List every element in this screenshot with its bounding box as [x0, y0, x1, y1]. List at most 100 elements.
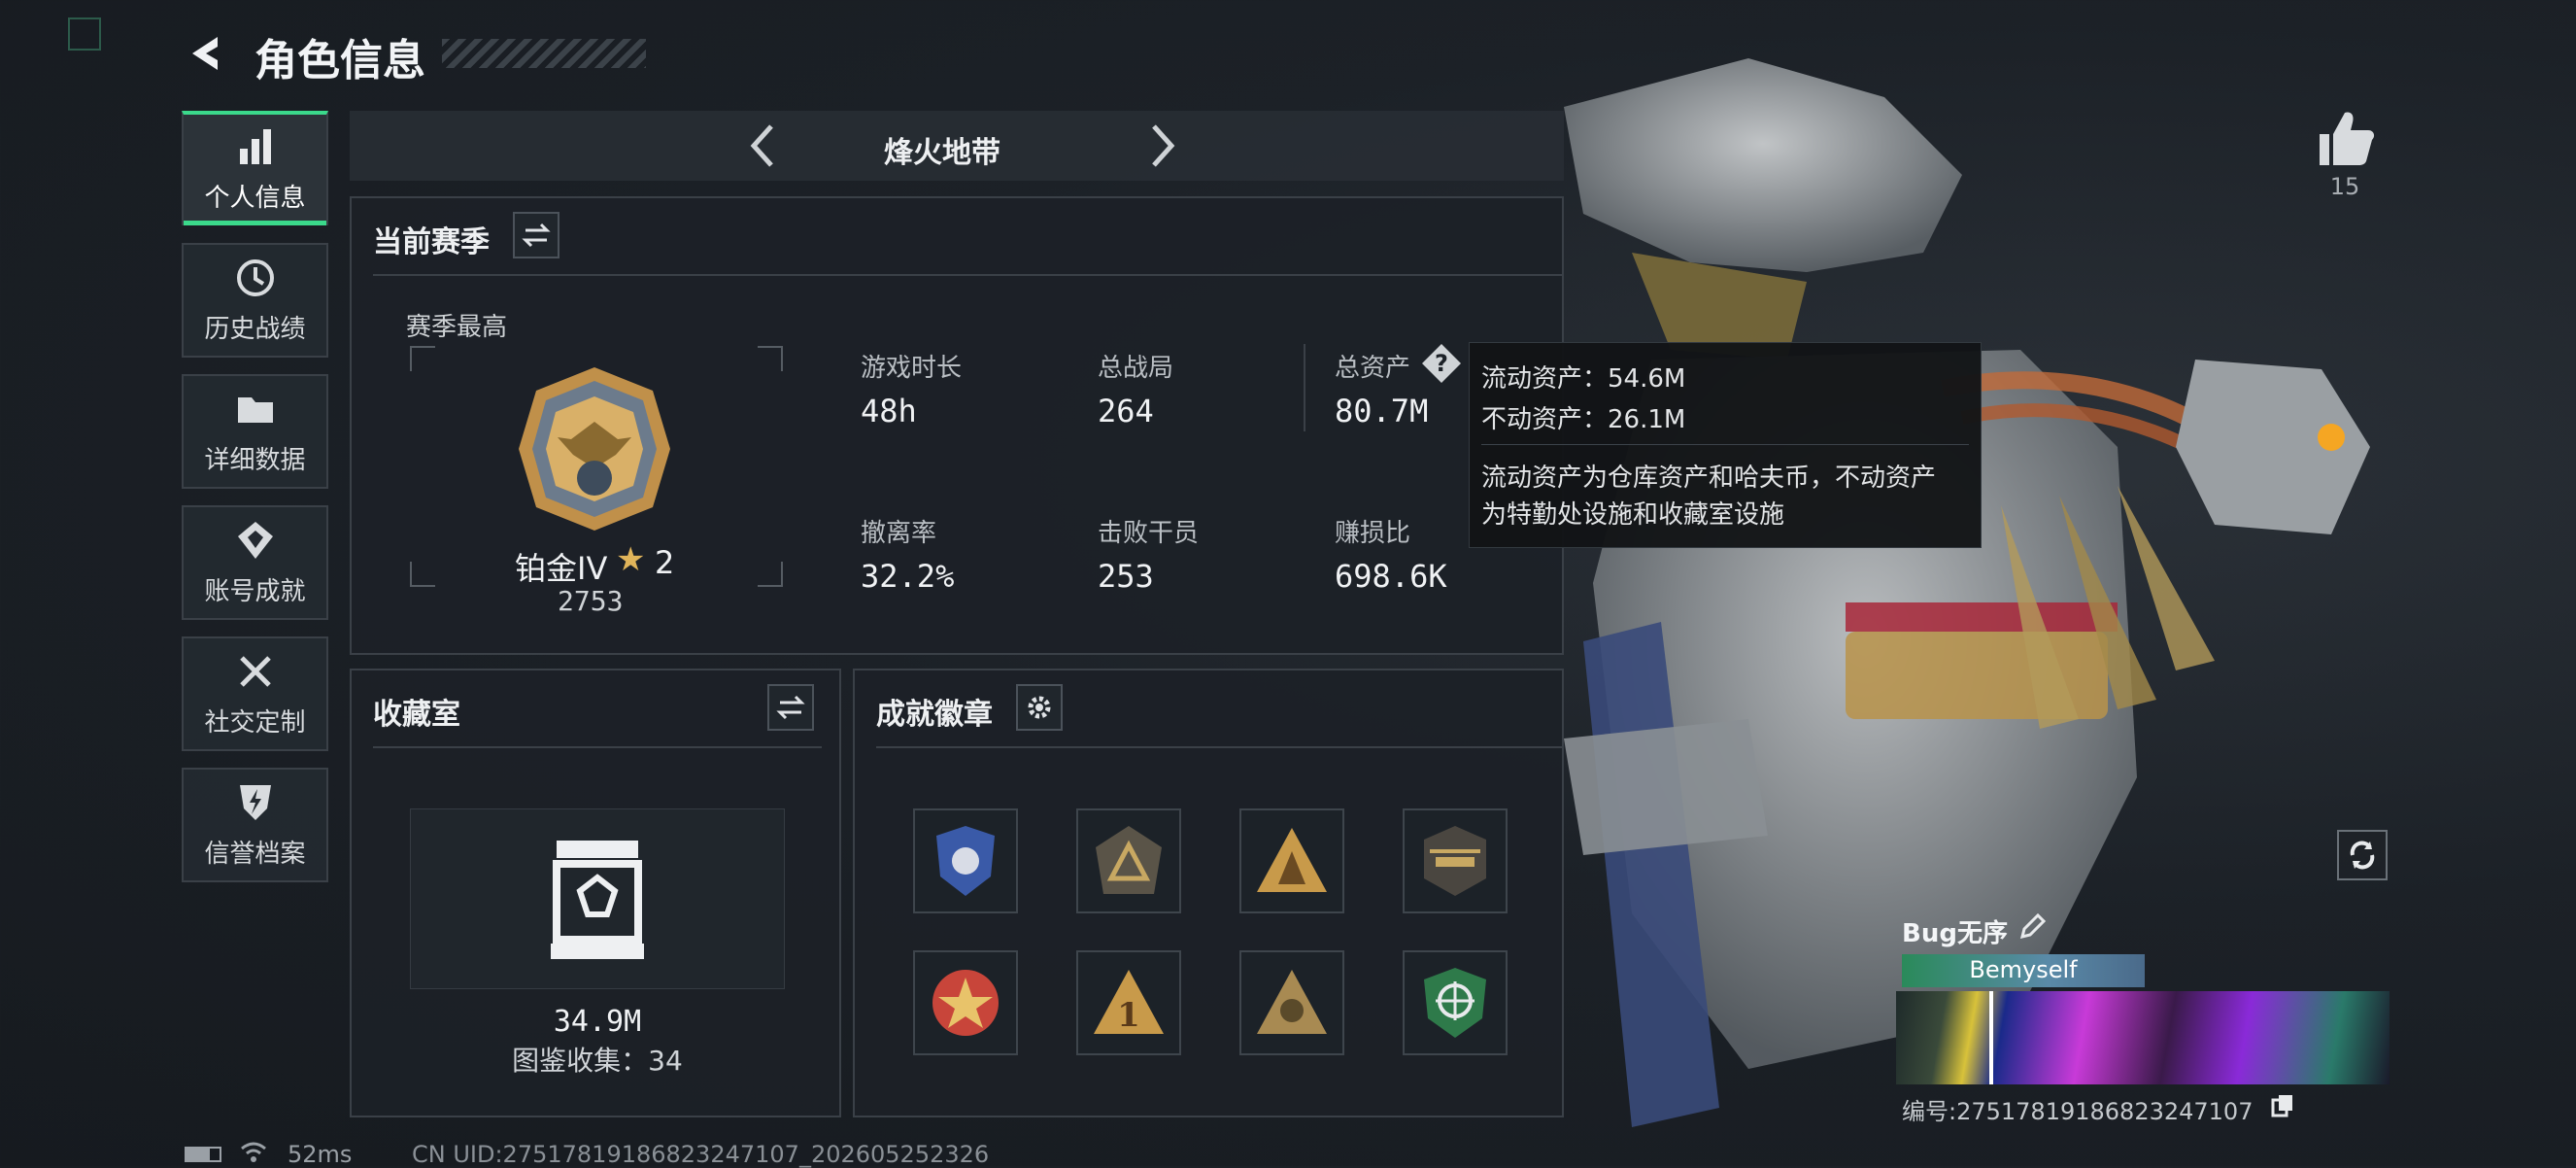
gear-icon: [1028, 696, 1051, 719]
triangle-badge-icon: [1096, 826, 1162, 894]
stat-assets-label: 总资产: [1335, 354, 1411, 383]
bar-chart-icon: [239, 128, 271, 164]
display-case-icon: [551, 841, 644, 959]
rotate-icon: [2350, 841, 2375, 870]
divider: [373, 274, 1562, 276]
divider: [373, 746, 822, 748]
swap-icon: [522, 223, 551, 248]
achievement-badge[interactable]: 1: [1076, 950, 1181, 1055]
page-title: 角色信息: [254, 36, 425, 86]
mode-next-button[interactable]: [1133, 117, 1191, 175]
tooltip-description-line2: 为特勤处设施和收藏室设施: [1481, 500, 1785, 530]
achievement-badges-panel: 成就徽章 1: [853, 669, 1564, 1117]
tools-icon: [239, 655, 271, 687]
season-highest-label: 赛季最高: [406, 313, 508, 342]
rotate-view-button[interactable]: [2337, 830, 2388, 880]
stat-profit-ratio-value: 698.6K: [1335, 558, 1447, 595]
sidebar-item-detailed-data[interactable]: 详细数据: [182, 374, 328, 489]
achievement-badge[interactable]: [913, 950, 1018, 1055]
copy-icon: [2271, 1095, 2292, 1117]
target-badge-icon: [1424, 968, 1486, 1038]
achievement-badge[interactable]: [1076, 808, 1181, 913]
achievement-badge[interactable]: [1403, 808, 1508, 913]
mode-selector: 烽火地带: [350, 111, 1564, 181]
title-decoration: [442, 39, 646, 68]
back-button[interactable]: [181, 29, 229, 78]
uid-readout: CN UID:27517819186823247107_202605252326: [412, 1141, 990, 1168]
collection-title: 收藏室: [373, 698, 460, 732]
player-card-art[interactable]: [1896, 991, 2390, 1084]
season-switch-button[interactable]: [513, 212, 559, 258]
stat-playtime-value: 48h: [861, 393, 917, 429]
player-name: Bug无序: [1902, 919, 2008, 948]
skull-badge-icon: [1257, 970, 1327, 1034]
rank-name: 铂金IV: [515, 550, 608, 587]
rank-star-icon: ★: [616, 540, 646, 579]
card-divider: [1989, 991, 1993, 1084]
rank-stars: 2: [655, 544, 675, 581]
battery-icon: [185, 1147, 221, 1162]
achievement-icon: [237, 521, 273, 559]
sidebar-item-label: 历史战绩: [204, 314, 306, 344]
star-badge-icon: [932, 970, 999, 1036]
history-icon: [236, 258, 274, 296]
assets-tooltip: 流动资产：54.6M 不动资产：26.1M 流动资产为仓库资产和哈夫币，不动资产…: [1469, 342, 1982, 548]
sidebar-item-social-custom[interactable]: 社交定制: [182, 636, 328, 751]
police-badge-icon: [936, 826, 995, 896]
sidebar-item-label: 详细数据: [204, 445, 306, 475]
current-season-title: 当前赛季: [373, 225, 490, 259]
achievement-badge[interactable]: [1403, 950, 1508, 1055]
achievement-badge[interactable]: [913, 808, 1018, 913]
platinum-rank-emblem-icon: [519, 367, 670, 531]
collection-count: 图鉴收集：34: [512, 1045, 683, 1077]
stat-matches-value: 264: [1098, 393, 1154, 429]
shield-bolt-icon: [239, 784, 271, 820]
assets-help-icon[interactable]: ?: [1422, 344, 1461, 383]
sidebar-item-personal-info[interactable]: 个人信息: [182, 111, 328, 225]
chevron-right-icon: [1152, 124, 1175, 167]
pencil-icon: [2019, 912, 2047, 940]
tooltip-liquid-assets: 流动资产：54.6M: [1481, 364, 1686, 394]
wifi-icon: [241, 1142, 266, 1162]
edit-name-button[interactable]: [2017, 911, 2048, 943]
swap-icon: [776, 695, 805, 720]
corner-mark: [68, 17, 101, 51]
vertical-divider: [1304, 344, 1305, 431]
like-button[interactable]: [2312, 105, 2378, 171]
sidebar-item-credit-record[interactable]: 信誉档案: [182, 768, 328, 882]
helicopter-badge-icon: [1424, 826, 1486, 896]
player-tag-banner: Bemyself: [1902, 954, 2145, 987]
sidebar-item-achievements[interactable]: 账号成就: [182, 505, 328, 620]
tooltip-description-line1: 流动资产为仓库资产和哈夫币，不动资产: [1481, 464, 1937, 493]
sidebar-item-label: 个人信息: [204, 183, 306, 213]
sidebar-item-label: 信誉档案: [204, 839, 306, 869]
collection-value: 34.9M: [553, 1005, 642, 1039]
collection-room-panel: 收藏室 34.9M 图鉴收集：34: [350, 669, 841, 1117]
svg-text:1: 1: [1117, 996, 1140, 1035]
achievement-badge[interactable]: [1239, 808, 1344, 913]
achievements-title: 成就徽章: [876, 698, 993, 732]
stat-extract-rate-value: 32.2%: [861, 558, 955, 595]
tooltip-fixed-assets: 不动资产：26.1M: [1481, 405, 1686, 434]
tooltip-divider: [1481, 444, 1969, 445]
folder-icon: [237, 396, 273, 423]
sidebar-item-history[interactable]: 历史战绩: [182, 243, 328, 358]
rank-score: 2753: [558, 585, 624, 617]
achievements-settings-button[interactable]: [1016, 684, 1063, 731]
back-arrow-icon: [192, 37, 218, 70]
soldiers-badge-icon: [1257, 828, 1327, 892]
stat-playtime-label: 游戏时长: [861, 354, 963, 383]
player-id: 编号:27517819186823247107: [1902, 1098, 2254, 1125]
stat-assets-value: 80.7M: [1335, 393, 1429, 429]
collection-preview[interactable]: [410, 808, 785, 989]
divider: [876, 746, 1562, 748]
sidebar-item-label: 账号成就: [204, 576, 306, 606]
sidebar-item-label: 社交定制: [204, 707, 306, 738]
achievement-badge[interactable]: [1239, 950, 1344, 1055]
copy-id-button[interactable]: [2269, 1092, 2296, 1119]
stat-profit-ratio-label: 赚损比: [1335, 519, 1411, 548]
stat-matches-label: 总战局: [1098, 354, 1174, 383]
collection-switch-button[interactable]: [767, 684, 814, 731]
stat-extract-rate-label: 撤离率: [861, 519, 937, 548]
current-season-panel: 当前赛季 赛季最高 铂金IV ★ 2 2753 游戏时长 48h 总战局 264…: [350, 196, 1564, 655]
